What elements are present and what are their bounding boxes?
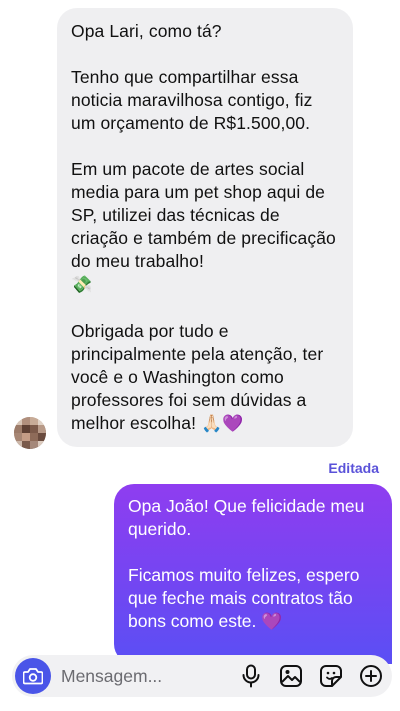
plus-icon <box>359 664 383 688</box>
message-composer: Mensagem... <box>12 655 392 697</box>
pray-emoji: 🙏🏻 <box>201 414 223 434</box>
purple-heart-emoji: 💜 <box>261 612 283 632</box>
outgoing-paragraph-2: Ficamos muito felizes, espero que feche … <box>128 564 380 634</box>
incoming-paragraph-4-text: Obrigada por tudo e principalmente pela … <box>71 321 324 433</box>
incoming-paragraph-2: Tenho que compartilhar essa noticia mara… <box>71 67 313 133</box>
microphone-button[interactable] <box>238 663 264 689</box>
incoming-paragraph-3-text: Em um pacote de artes social media para … <box>71 159 336 271</box>
incoming-paragraph-3: Em um pacote de artes social media para … <box>71 158 339 297</box>
sticker-button[interactable] <box>318 663 344 689</box>
sticker-icon <box>319 664 343 688</box>
image-icon <box>279 664 303 688</box>
edited-label: Editada <box>328 460 379 476</box>
incoming-paragraph-1: Opa Lari, como tá? <box>71 21 222 41</box>
gallery-button[interactable] <box>278 663 304 689</box>
outgoing-paragraph-1: Opa João! Que felicidade meu querido. <box>128 496 365 539</box>
camera-icon <box>23 667 43 685</box>
sender-avatar[interactable] <box>14 417 46 449</box>
purple-heart-emoji: 💜 <box>222 414 244 434</box>
more-button[interactable] <box>358 663 384 689</box>
incoming-message-bubble[interactable]: Opa Lari, como tá? Tenho que compartilha… <box>57 8 353 447</box>
message-input[interactable]: Mensagem... <box>61 666 224 687</box>
outgoing-message-bubble[interactable]: Opa João! Que felicidade meu querido. Fi… <box>114 484 392 664</box>
outgoing-paragraph-2-text: Ficamos muito felizes, espero que feche … <box>128 565 360 631</box>
incoming-paragraph-4: Obrigada por tudo e principalmente pela … <box>71 320 339 436</box>
money-emoji: 💸 <box>71 275 93 295</box>
camera-button[interactable] <box>15 658 51 694</box>
microphone-icon <box>240 664 262 688</box>
